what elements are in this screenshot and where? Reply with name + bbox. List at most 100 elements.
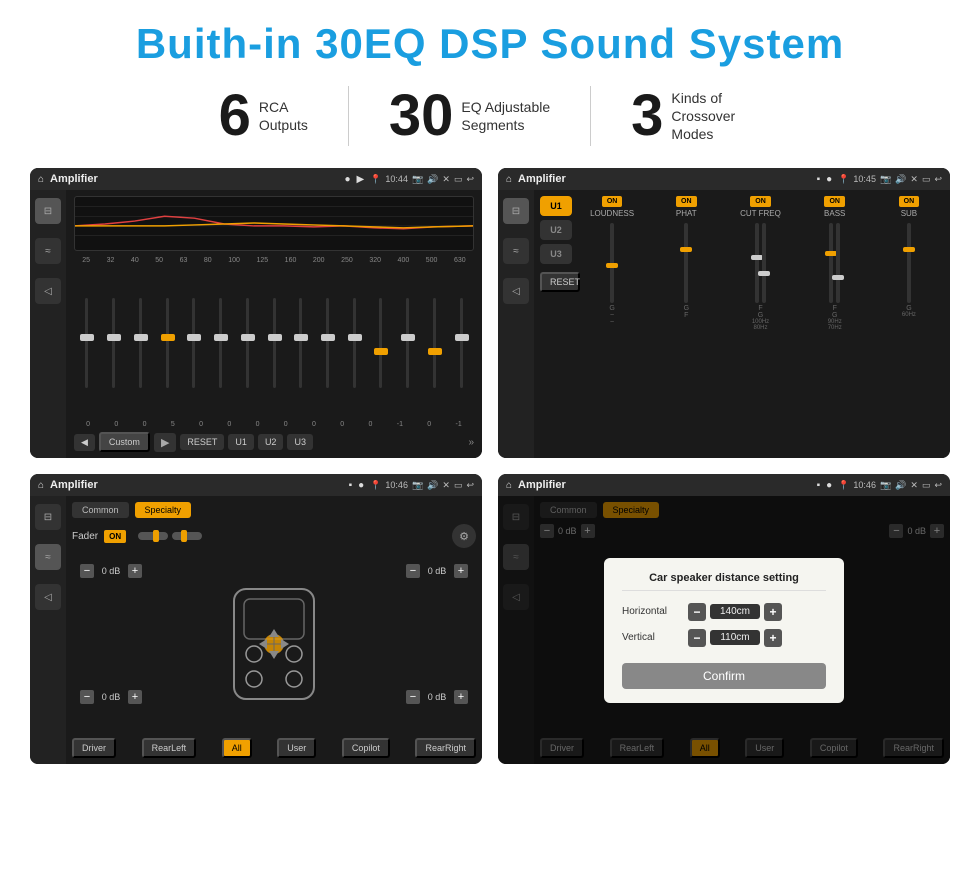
vertical-minus-btn[interactable]: − (688, 629, 706, 647)
eq-slider-1 (101, 298, 127, 388)
cutfreq-on-badge[interactable]: ON (750, 196, 771, 207)
crossover-sidebar-eq-btn[interactable]: ⊟ (503, 198, 529, 224)
eq-home-icon[interactable]: ⌂ (38, 174, 44, 185)
eq-slider-10 (341, 298, 367, 388)
eq-reset-btn[interactable]: RESET (180, 434, 224, 450)
fader-dialog-title: Amplifier (518, 479, 811, 491)
crossover-sidebar-speaker-btn[interactable]: ◁ (503, 278, 529, 304)
front-right-minus[interactable]: − (406, 564, 420, 578)
eq-custom-btn[interactable]: Custom (99, 432, 150, 452)
page-wrapper: Buith-in 30EQ DSP Sound System 6 RCAOutp… (0, 0, 980, 784)
crossover-params: ON LOUDNESS G~~ ON PHAT (577, 196, 944, 452)
cutfreq-labels: FG 100Hz 80Hz (752, 305, 769, 331)
fader-slider-1[interactable] (138, 532, 168, 540)
fader-dialog-dot1: ▪ (817, 480, 821, 491)
front-left-plus[interactable]: + (128, 564, 142, 578)
fader-home-icon[interactable]: ⌂ (38, 480, 44, 491)
eq-sidebar-wave-btn[interactable]: ≈ (35, 238, 61, 264)
stat-eq: 30 EQ AdjustableSegments (349, 87, 590, 145)
rear-left-minus[interactable]: − (80, 690, 94, 704)
fader-slider-2[interactable] (172, 532, 202, 540)
eq-u3-btn[interactable]: U3 (287, 434, 313, 450)
horizontal-plus-btn[interactable]: + (764, 603, 782, 621)
rear-right-plus[interactable]: + (454, 690, 468, 704)
rear-left-plus[interactable]: + (128, 690, 142, 704)
crossover-vol-icon: 🔊 (895, 174, 906, 185)
eq-prev-btn[interactable]: ◀ (74, 434, 95, 451)
fader-dialog-dot2: ● (826, 480, 832, 491)
bass-slider-1[interactable] (829, 223, 833, 303)
fader-time: 10:46 (385, 480, 408, 490)
param-bass: ON BASS FG (800, 196, 870, 452)
front-right-plus[interactable]: + (454, 564, 468, 578)
sub-on-badge[interactable]: ON (899, 196, 920, 207)
fader-sidebar-wave-btn[interactable]: ≈ (35, 544, 61, 570)
loudness-slider[interactable] (610, 223, 614, 303)
fader-dialog-pin-icon: 📍 (838, 480, 849, 491)
fader-dialog-cam-icon: 📷 (880, 480, 891, 491)
front-left-minus[interactable]: − (80, 564, 94, 578)
rear-right-minus[interactable]: − (406, 690, 420, 704)
phat-on-badge[interactable]: ON (676, 196, 697, 207)
cutfreq-slider-1[interactable] (755, 223, 759, 303)
bass-on-badge[interactable]: ON (824, 196, 845, 207)
crossover-u1-btn[interactable]: U1 (540, 196, 572, 216)
speaker-distance-dialog: Car speaker distance setting Horizontal … (604, 558, 844, 703)
crossover-x-icon: ✕ (910, 174, 918, 185)
fader-tab-row: Common Specialty (72, 502, 476, 518)
loudness-on-badge[interactable]: ON (602, 196, 623, 207)
screens-grid: ⌂ Amplifier ● ▶ 📍 10:44 📷 🔊 ✕ ▭ ↩ ⊟ ≈ (30, 168, 950, 764)
crossover-main-area: U1 U2 U3 RESET ON LOUDNESS (534, 190, 950, 458)
fader-driver-btn[interactable]: Driver (72, 738, 116, 758)
fader-rear-right-btn[interactable]: RearRight (415, 738, 476, 758)
eq-slider-3 (154, 298, 180, 388)
eq-sidebar-speaker-btn[interactable]: ◁ (35, 278, 61, 304)
eq-slider-14 (448, 298, 474, 388)
eq-screen: ⌂ Amplifier ● ▶ 📍 10:44 📷 🔊 ✕ ▭ ↩ ⊟ ≈ (30, 168, 482, 458)
fader-settings-icon[interactable]: ⚙ (452, 524, 476, 548)
crossover-title: Amplifier (518, 173, 811, 185)
eq-slider-2 (127, 298, 153, 388)
fader-dialog-home-icon[interactable]: ⌂ (506, 480, 512, 491)
eq-vol-icon: 🔊 (427, 174, 438, 185)
cutfreq-name: CUT FREQ (740, 209, 781, 218)
fader-title: Amplifier (50, 479, 343, 491)
eq-u2-btn[interactable]: U2 (258, 434, 284, 450)
eq-slider-9 (315, 298, 341, 388)
eq-graph (74, 196, 474, 251)
sub-slider[interactable] (907, 223, 911, 303)
phat-slider[interactable] (684, 223, 688, 303)
vertical-plus-btn[interactable]: + (764, 629, 782, 647)
eq-play-btn[interactable]: ▶ (154, 433, 176, 452)
confirm-button[interactable]: Confirm (622, 663, 826, 689)
eq-dot1: ● (344, 174, 350, 185)
eq-freq-labels: 253240506380100125160200250320400500630 (74, 257, 474, 264)
rear-right-value: 0 dB (423, 692, 451, 702)
fader-sidebar-speaker-btn[interactable]: ◁ (35, 584, 61, 610)
fader-copilot-btn[interactable]: Copilot (342, 738, 390, 758)
stat-label-rca: RCAOutputs (259, 98, 308, 134)
fader-win-icon: ▭ (454, 480, 463, 491)
rear-right-control: − 0 dB + (406, 690, 468, 704)
fader-sidebar-eq-btn[interactable]: ⊟ (35, 504, 61, 530)
crossover-sidebar-wave-btn[interactable]: ≈ (503, 238, 529, 264)
fader-all-btn[interactable]: All (222, 738, 252, 758)
crossover-reset-btn[interactable]: RESET (540, 272, 580, 292)
front-right-value: 0 dB (423, 566, 451, 576)
eq-sidebar-eq-btn[interactable]: ⊟ (35, 198, 61, 224)
crossover-u3-btn[interactable]: U3 (540, 244, 572, 264)
horizontal-minus-btn[interactable]: − (688, 603, 706, 621)
crossover-u2-btn[interactable]: U2 (540, 220, 572, 240)
fader-rear-left-btn[interactable]: RearLeft (142, 738, 197, 758)
cutfreq-slider-2[interactable] (762, 223, 766, 303)
stat-label-eq: EQ AdjustableSegments (461, 98, 550, 134)
fader-common-tab[interactable]: Common (72, 502, 129, 518)
eq-win-icon: ▭ (454, 174, 463, 185)
eq-u1-btn[interactable]: U1 (228, 434, 254, 450)
fader-back-icon: ↩ (466, 480, 474, 491)
crossover-home-icon[interactable]: ⌂ (506, 174, 512, 185)
fader-text: Fader (72, 531, 98, 542)
fader-user-btn[interactable]: User (277, 738, 316, 758)
bass-slider-2[interactable] (836, 223, 840, 303)
fader-specialty-tab[interactable]: Specialty (135, 502, 192, 518)
